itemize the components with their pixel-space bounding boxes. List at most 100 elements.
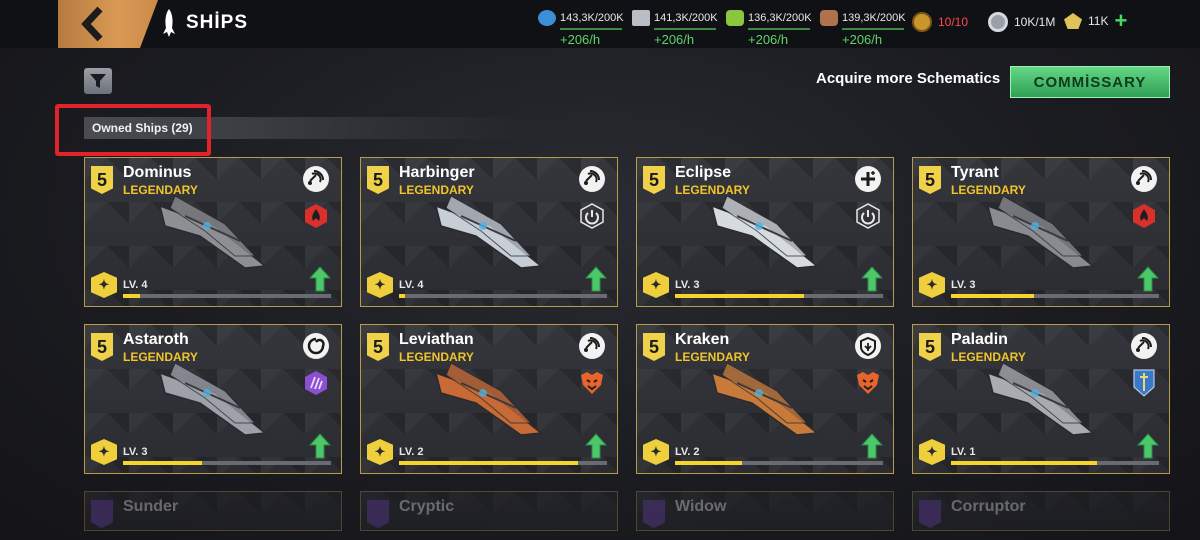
upgrade-arrow-icon[interactable] <box>585 266 607 292</box>
level-label: LV. 3 <box>951 279 976 291</box>
ship-card-paladin[interactable]: 5 Paladin LEGENDARY ✦ LV. 1 <box>912 324 1170 474</box>
ship-image <box>434 195 543 269</box>
add-gems-icon[interactable]: + <box>1114 10 1127 32</box>
spiral-icon[interactable] <box>303 333 329 359</box>
ship-name: Kraken <box>675 331 730 348</box>
tier-badge <box>643 500 665 528</box>
red-flame-emblem-icon <box>303 202 329 230</box>
level-emblem-icon: ✦ <box>91 439 117 465</box>
resource-bar <box>842 28 904 30</box>
level-label: LV. 4 <box>123 279 148 291</box>
ship-name: Widow <box>675 498 727 515</box>
shield-leaf-icon[interactable] <box>855 333 881 359</box>
tier-badge: 5 <box>643 166 665 194</box>
blue-crystal-icon <box>538 10 556 26</box>
upgrade-arrow-icon[interactable] <box>861 433 883 459</box>
antenna-icon[interactable] <box>1131 166 1157 192</box>
highlight-annotation <box>55 104 211 156</box>
white-power-emblem-icon <box>855 202 881 230</box>
filter-icon <box>90 74 106 88</box>
tier-badge <box>919 500 941 528</box>
ship-card-corruptor[interactable]: Corruptor <box>912 491 1170 531</box>
ship-image <box>158 362 267 436</box>
blue-sword-emblem-icon <box>1131 369 1157 397</box>
ship-image <box>158 195 267 269</box>
resource-bar <box>560 28 622 30</box>
ship-card-harbinger[interactable]: 5 Harbinger LEGENDARY ✦ LV. 4 <box>360 157 618 307</box>
level-label: LV. 2 <box>675 446 700 458</box>
white-power-emblem-icon <box>579 202 605 230</box>
back-arrow-icon <box>81 7 103 41</box>
medals-counter[interactable]: 10/10 <box>912 12 968 32</box>
orange-beast-emblem-icon <box>855 369 881 397</box>
orange-beast-emblem-icon <box>579 369 605 397</box>
upgrade-arrow-icon[interactable] <box>1137 266 1159 292</box>
level-emblem-icon: ✦ <box>367 272 393 298</box>
resource-crystal[interactable]: 143,3K/200K +206/h <box>538 10 624 47</box>
resource-brown-ore[interactable]: 139,3K/200K +206/h <box>820 10 906 47</box>
medic-cross-icon[interactable] <box>855 166 881 192</box>
antenna-icon[interactable] <box>579 166 605 192</box>
ship-card-dominus[interactable]: 5 Dominus LEGENDARY ✦ LV. 4 <box>84 157 342 307</box>
credits-counter[interactable]: 10K/1M <box>988 12 1055 32</box>
level-label: LV. 3 <box>675 279 700 291</box>
ship-card-eclipse[interactable]: 5 Eclipse LEGENDARY ✦ LV. 3 <box>636 157 894 307</box>
tier-badge: 5 <box>367 333 389 361</box>
ship-image <box>710 362 819 436</box>
resource-metal[interactable]: 141,3K/200K +206/h <box>632 10 718 47</box>
level-progress-fill <box>675 294 804 298</box>
level-emblem-icon: ✦ <box>919 439 945 465</box>
antenna-icon[interactable] <box>579 333 605 359</box>
ship-name: Sunder <box>123 498 179 515</box>
ship-card-sunder[interactable]: Sunder <box>84 491 342 531</box>
level-progress-fill <box>951 461 1097 465</box>
upgrade-arrow-icon[interactable] <box>861 266 883 292</box>
level-progress-fill <box>675 461 742 465</box>
level-progress-bar <box>675 294 883 298</box>
level-emblem-icon: ✦ <box>643 272 669 298</box>
tier-badge: 5 <box>367 166 389 194</box>
level-label: LV. 4 <box>399 279 424 291</box>
antenna-icon[interactable] <box>303 166 329 192</box>
green-ore-icon <box>726 10 744 26</box>
credits-coin-icon <box>988 12 1008 32</box>
ship-card-cryptic[interactable]: Cryptic <box>360 491 618 531</box>
commissary-button[interactable]: COMMİSSARY <box>1010 66 1170 98</box>
page-title-group: SHİPS <box>160 8 248 38</box>
gems-counter[interactable]: 11K + <box>1064 10 1127 32</box>
level-progress-bar <box>399 461 607 465</box>
upgrade-arrow-icon[interactable] <box>1137 433 1159 459</box>
antenna-icon[interactable] <box>1131 333 1157 359</box>
rocket-icon <box>163 9 175 37</box>
ship-card-astaroth[interactable]: 5 Astaroth LEGENDARY ✦ LV. 3 <box>84 324 342 474</box>
acquire-schematics-text: Acquire more Schematics <box>816 70 1001 87</box>
resource-bar <box>748 28 810 30</box>
ship-card-leviathan[interactable]: 5 Leviathan LEGENDARY ✦ LV. 2 <box>360 324 618 474</box>
upgrade-arrow-icon[interactable] <box>309 433 331 459</box>
upgrade-arrow-icon[interactable] <box>585 433 607 459</box>
purple-claw-emblem-icon <box>303 369 329 397</box>
ship-name: Eclipse <box>675 164 732 181</box>
resource-green-ore[interactable]: 136,3K/200K +206/h <box>726 10 812 47</box>
gem-icon <box>1064 13 1082 29</box>
ship-card-kraken[interactable]: 5 Kraken LEGENDARY ✦ LV. 2 <box>636 324 894 474</box>
level-progress-bar <box>123 461 331 465</box>
ship-image <box>710 195 819 269</box>
level-progress-fill <box>951 294 1035 298</box>
ship-card-widow[interactable]: Widow <box>636 491 894 531</box>
tier-badge: 5 <box>91 333 113 361</box>
ship-name: Astaroth <box>123 331 189 348</box>
level-emblem-icon: ✦ <box>367 439 393 465</box>
resource-bar <box>654 28 716 30</box>
level-label: LV. 1 <box>951 446 976 458</box>
ship-name: Harbinger <box>399 164 475 181</box>
red-flame-emblem-icon <box>1131 202 1157 230</box>
ship-card-tyrant[interactable]: 5 Tyrant LEGENDARY ✦ LV. 3 <box>912 157 1170 307</box>
upgrade-arrow-icon[interactable] <box>309 266 331 292</box>
filter-button[interactable] <box>84 68 112 94</box>
metal-ingot-icon <box>632 10 650 26</box>
level-progress-bar <box>951 294 1159 298</box>
ship-image <box>434 362 543 436</box>
ship-name: Dominus <box>123 164 192 181</box>
page-title: SHİPS <box>186 12 249 33</box>
